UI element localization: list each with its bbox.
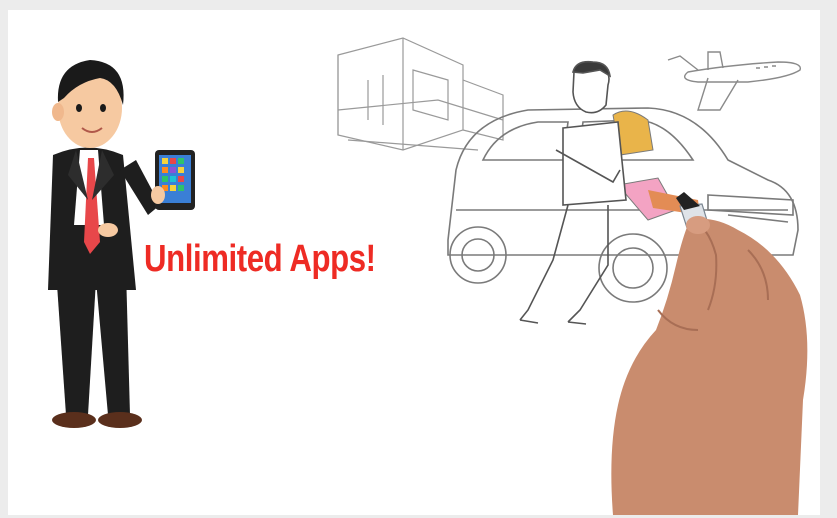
video-frame: Unlimited Apps! [8,10,820,515]
drawing-hand-with-marker [611,192,808,515]
